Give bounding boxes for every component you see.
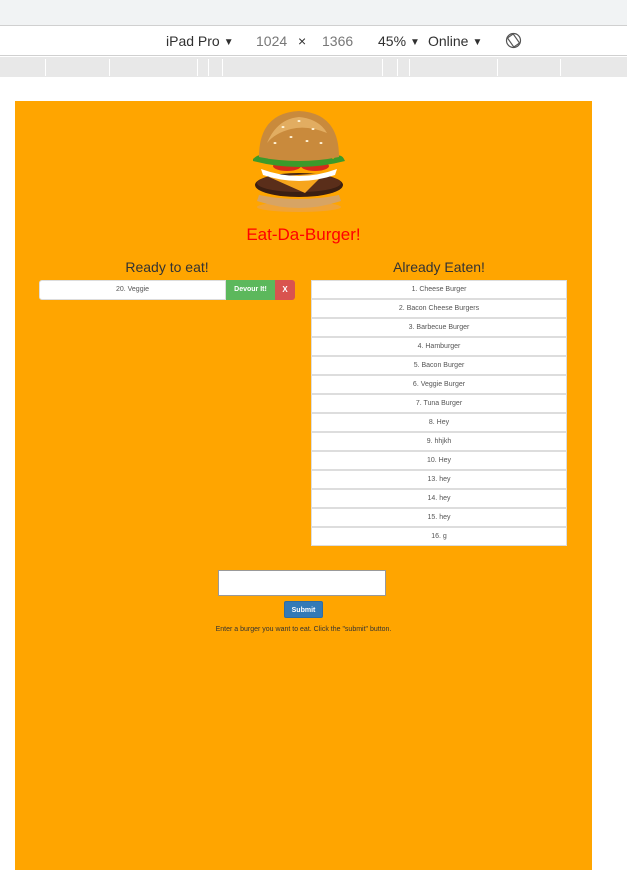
ruler-tick <box>109 59 110 76</box>
eaten-item: 7. Tuna Burger <box>311 394 567 413</box>
browser-top-strip <box>0 0 627 26</box>
ruler-tick <box>197 59 198 76</box>
eaten-item: 2. Bacon Cheese Burgers <box>311 299 567 318</box>
eaten-item: 6. Veggie Burger <box>311 375 567 394</box>
delete-button[interactable]: X <box>275 280 295 300</box>
burger-logo <box>253 111 345 212</box>
eaten-item: 9. hhjkh <box>311 432 567 451</box>
ruler-tick <box>397 59 398 76</box>
ready-burger-name: 20. Veggie <box>39 280 226 300</box>
eaten-item: 14. hey <box>311 489 567 508</box>
ruler-tick <box>382 59 383 76</box>
chevron-down-icon: ▼ <box>223 37 234 48</box>
zoom-label: 45% <box>378 33 407 49</box>
network-select[interactable]: Online ▼ <box>428 33 482 49</box>
ruler-tick <box>208 59 209 76</box>
devour-button[interactable]: Devour It! <box>226 280 275 300</box>
chevron-down-icon: ▼ <box>472 37 483 48</box>
help-text: Enter a burger you want to eat. Click th… <box>215 626 392 633</box>
ruler-tick <box>45 59 46 76</box>
eaten-item: 13. hey <box>311 470 567 489</box>
ruler-tick <box>560 59 561 76</box>
eaten-list: 1. Cheese Burger 2. Bacon Cheese Burgers… <box>311 280 567 546</box>
width-input[interactable]: 1024 <box>256 33 287 49</box>
eaten-item: 3. Barbecue Burger <box>311 318 567 337</box>
ready-burger-row: 20. Veggie Devour It! X <box>39 280 295 300</box>
eaten-item: 5. Bacon Burger <box>311 356 567 375</box>
dimension-separator: × <box>298 33 307 49</box>
device-toolbar: iPad Pro ▼ 1024 × 1366 45% ▼ Online ▼ <box>0 26 627 56</box>
submit-button[interactable]: Submit <box>284 601 323 618</box>
ruler-tick <box>409 59 410 76</box>
burger-name-input[interactable] <box>218 570 386 596</box>
media-query-ruler <box>0 57 627 77</box>
network-label: Online <box>428 33 469 49</box>
site-title: Eat-Da-Burger! <box>246 225 361 244</box>
height-input[interactable]: 1366 <box>322 33 353 49</box>
page-viewport: Eat-Da-Burger! Ready to eat! Already Eat… <box>15 101 592 870</box>
chevron-down-icon: ▼ <box>410 37 420 48</box>
ready-heading: Ready to eat! <box>125 259 209 275</box>
eaten-item: 1. Cheese Burger <box>311 280 567 299</box>
device-select[interactable]: iPad Pro ▼ <box>166 33 234 49</box>
device-label: iPad Pro <box>166 33 220 49</box>
eaten-item: 15. hey <box>311 508 567 527</box>
ruler-tick <box>222 59 223 76</box>
eaten-item: 4. Hamburger <box>311 337 567 356</box>
eaten-item: 10. Hey <box>311 451 567 470</box>
eaten-heading: Already Eaten! <box>393 259 485 275</box>
ruler-tick <box>497 59 498 76</box>
eaten-item: 16. g <box>311 527 567 546</box>
eaten-item: 8. Hey <box>311 413 567 432</box>
zoom-select[interactable]: 45% ▼ <box>378 33 420 49</box>
rotate-icon[interactable] <box>505 32 522 49</box>
